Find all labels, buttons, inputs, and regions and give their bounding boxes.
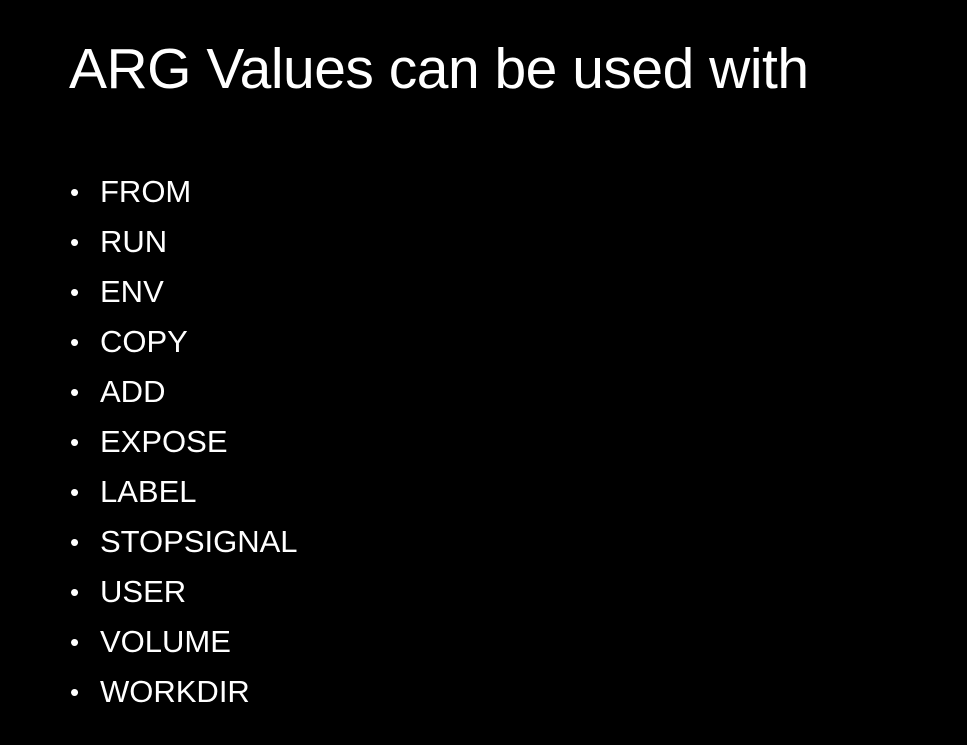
bullet-icon: • [70,277,80,307]
bullet-icon: • [70,677,80,707]
list-item-text: STOPSIGNAL [100,524,298,559]
bullet-icon: • [70,577,80,607]
slide: ARG Values can be used with • FROM • RUN… [0,0,967,745]
list-item-text: ADD [100,374,166,409]
bullet-icon: • [70,477,80,507]
list-item-text: WORKDIR [100,674,250,709]
bullet-icon: • [70,427,80,457]
list-item-text: LABEL [100,474,197,509]
list-item-text: COPY [100,324,188,359]
slide-title: ARG Values can be used with [69,37,809,101]
bullet-icon: • [70,627,80,657]
list-item-text: USER [100,574,187,609]
bullet-icon: • [70,377,80,407]
list-item-text: EXPOSE [100,424,228,459]
bullet-icon: • [70,177,80,207]
list-item-text: FROM [100,174,192,209]
bullet-icon: • [70,227,80,257]
list-item-text: ENV [100,274,164,309]
list-item-text: VOLUME [100,624,231,659]
list-item-text: RUN [100,224,168,259]
bullet-icon: • [70,327,80,357]
bullet-icon: • [70,527,80,557]
